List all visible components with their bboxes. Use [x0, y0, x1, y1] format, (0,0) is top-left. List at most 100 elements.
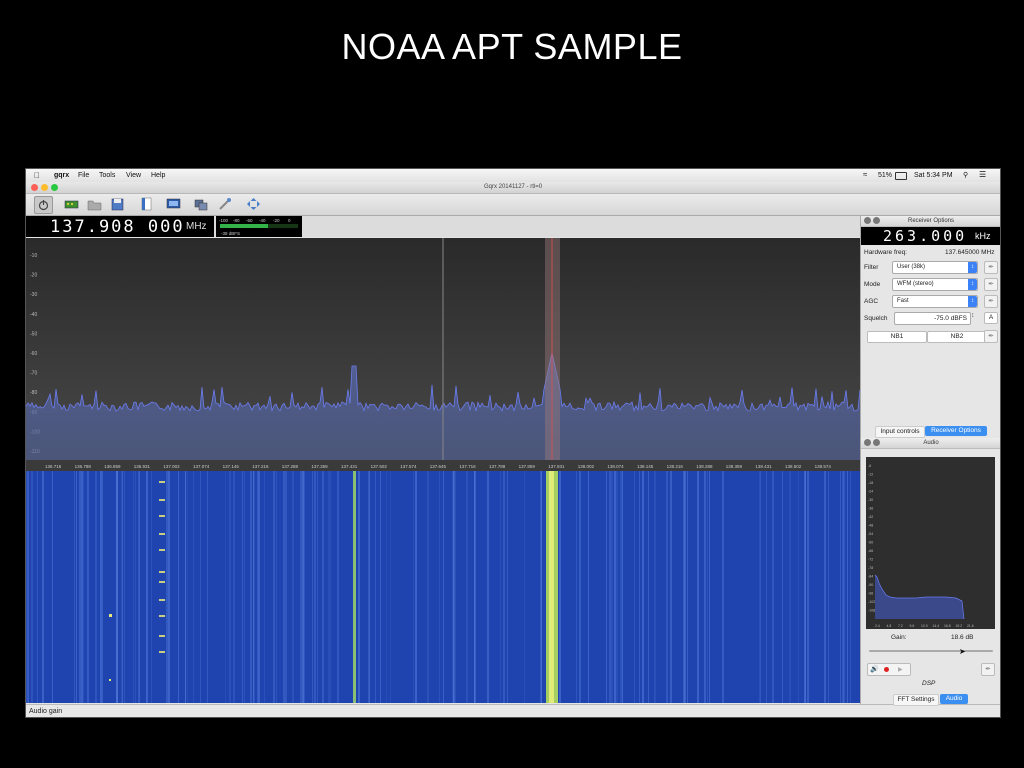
- spotlight-search-icon[interactable]: ⚲: [963, 171, 968, 179]
- spin-arrows-icon[interactable]: ↕: [971, 312, 975, 319]
- dock-float-icon[interactable]: [873, 439, 880, 446]
- audio-db-tick: -12: [868, 473, 873, 477]
- audio-db-tick: -78: [868, 566, 873, 570]
- audio-db-tick: -66: [868, 549, 873, 553]
- freq-tick-label: 138.574: [815, 464, 832, 469]
- meter-tick: -60: [246, 218, 253, 223]
- freq-tick-label: 137.216: [252, 464, 269, 469]
- freq-tick-label: 137.788: [489, 464, 506, 469]
- display-button[interactable]: [165, 196, 182, 212]
- display-icon: [166, 198, 181, 209]
- tools-button[interactable]: [217, 196, 234, 212]
- waterfall-carrier-line: [353, 471, 356, 703]
- menubar-clock[interactable]: Sat 5:34 PM: [914, 172, 953, 179]
- audio-freq-tick: 4.8: [887, 624, 892, 628]
- nb2-button[interactable]: NB2: [927, 331, 987, 343]
- hardware-freq-value: 137.645000 MHz: [945, 249, 995, 256]
- db-tick-label: -70: [30, 371, 37, 377]
- nb1-button[interactable]: NB1: [867, 331, 927, 343]
- dock-close-icon[interactable]: [864, 439, 871, 446]
- tab-input-controls[interactable]: Input controls: [875, 426, 925, 438]
- audio-db-tick: -60: [868, 541, 873, 545]
- filter-label: Filter: [864, 264, 879, 271]
- network-icon: [194, 199, 208, 211]
- audio-db-tick: -18: [868, 481, 873, 485]
- filter-offset-display[interactable]: 263.000 kHz: [861, 227, 1000, 245]
- hardware-button[interactable]: [63, 196, 80, 212]
- agc-select[interactable]: Fast ↕: [892, 295, 978, 308]
- wifi-icon[interactable]: ≈: [863, 170, 867, 179]
- squelch-auto-button[interactable]: A: [984, 312, 998, 324]
- gain-label: Gain:: [891, 634, 907, 641]
- db-tick-label: -30: [30, 292, 37, 298]
- mode-options-button[interactable]: ✒: [984, 278, 998, 291]
- wrench-icon: ✒: [988, 264, 994, 271]
- dock-close-icon[interactable]: [864, 217, 871, 224]
- audio-freq-tick: 12.0: [921, 624, 928, 628]
- window-titlebar: Gqrx 20141127 - rtl=0: [26, 182, 1000, 194]
- notification-center-icon[interactable]: ☰: [979, 170, 986, 179]
- freq-tick-label: 137.645: [430, 464, 447, 469]
- tab-fft-settings[interactable]: FFT Settings: [893, 694, 939, 706]
- meter-tick: -40: [259, 218, 266, 223]
- wrench-icon: ✒: [988, 281, 994, 288]
- tab-receiver-options[interactable]: Receiver Options: [925, 426, 987, 436]
- arrows-button[interactable]: [245, 196, 262, 212]
- toolbar: [26, 194, 1000, 216]
- menu-tools[interactable]: Tools: [99, 172, 115, 179]
- frequency-display[interactable]: 137.908 000 MHz: [26, 216, 214, 237]
- chevron-updown-icon: ↕: [968, 296, 977, 307]
- freq-tick-label: 138.431: [755, 464, 772, 469]
- audio-db-tick: -36: [868, 507, 873, 511]
- squelch-label: Squelch: [864, 315, 888, 322]
- mode-select[interactable]: WFM (stereo) ↕: [892, 278, 978, 291]
- db-tick-label: -20: [30, 273, 37, 279]
- meter-tick: 0: [288, 218, 291, 223]
- filter-select[interactable]: User (38k) ↕: [892, 261, 978, 274]
- audio-header: Audio: [861, 438, 1000, 449]
- agc-label: AGC: [864, 298, 879, 305]
- record-icon[interactable]: [884, 667, 889, 672]
- save-button[interactable]: [109, 196, 126, 212]
- freq-tick-label: 137.288: [282, 464, 299, 469]
- audio-fft-plot[interactable]: -6 -12 -18 -24 -30 -36 -42 -48 -54 -60 -66 -72 -78 -8…: [866, 457, 995, 629]
- freq-tick-label: 137.002: [163, 464, 180, 469]
- agc-options-button[interactable]: ✒: [984, 295, 998, 308]
- window-title: Gqrx 20141127 - rtl=0: [483, 184, 543, 190]
- menu-app-name[interactable]: gqrx: [54, 172, 69, 179]
- play-icon[interactable]: ▶: [898, 666, 903, 673]
- open-button[interactable]: [86, 196, 103, 212]
- frequency-unit: MHz: [186, 221, 207, 232]
- apple-icon[interactable]: : [34, 171, 40, 180]
- menu-view[interactable]: View: [126, 172, 141, 179]
- menu-file[interactable]: File: [78, 172, 89, 179]
- meter-level-bar: [220, 224, 268, 228]
- audio-db-tick: -72: [868, 558, 873, 562]
- audio-freq-tick: 2.4: [875, 624, 880, 628]
- dock-float-icon[interactable]: [873, 217, 880, 224]
- document-button[interactable]: [138, 196, 155, 212]
- gain-slider[interactable]: [869, 650, 993, 652]
- signal-meter-graphic: -100 -80 -60 -40 -20 0 -38 dBFS: [219, 218, 298, 236]
- battery-icon[interactable]: [895, 172, 907, 180]
- squelch-spinbox[interactable]: -75.0 dBFS: [894, 312, 971, 325]
- network-button[interactable]: [192, 196, 209, 212]
- frequency-digits[interactable]: 137.908 000: [50, 217, 185, 237]
- audio-title: Audio: [923, 440, 939, 446]
- audio-options-button[interactable]: ✒: [981, 663, 995, 676]
- menu-help[interactable]: Help: [151, 172, 165, 179]
- waterfall-display[interactable]: [26, 471, 860, 703]
- chevron-updown-icon: ↕: [968, 279, 977, 290]
- hardware-icon: [64, 200, 79, 209]
- filter-options-button[interactable]: ✒: [984, 261, 998, 274]
- noise-blanker-options-button[interactable]: ✒: [984, 330, 998, 343]
- offset-digits[interactable]: 263.000: [883, 227, 967, 245]
- tab-audio[interactable]: Audio: [940, 694, 968, 704]
- db-tick-label: -10: [30, 253, 37, 259]
- audio-db-tick: -84: [868, 575, 873, 579]
- chevron-updown-icon: ↕: [968, 262, 977, 273]
- save-icon: [111, 198, 124, 211]
- audio-db-tick: -54: [868, 532, 873, 536]
- power-button[interactable]: [34, 196, 53, 214]
- speaker-icon[interactable]: 🔊: [870, 665, 879, 673]
